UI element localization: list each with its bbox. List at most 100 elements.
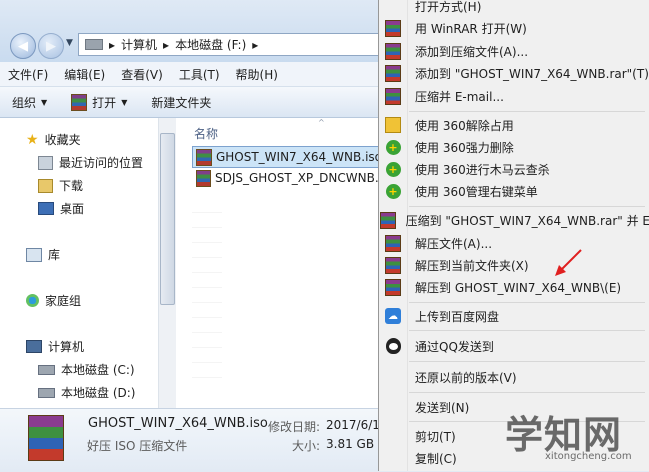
menu-item-label: 打开方式(H) [415,0,482,14]
menu-tools[interactable]: 工具(T) [171,66,228,83]
recent-places-icon [38,155,53,170]
new-folder-button[interactable]: 新建文件夹 [139,94,223,111]
address-bar[interactable]: ▸ 计算机 ▸ 本地磁盘 (F:) ▸ [78,33,416,56]
menu-item-label: 使用 360进行木马云查杀 [415,162,550,177]
nav-drive-c[interactable]: 本地磁盘 (C:) [38,361,135,378]
open-label: 打开 [92,95,117,110]
watermark-url: xitongcheng.com [545,451,632,462]
star-icon: ★ [26,131,39,148]
menu-item-qq-send[interactable]: 通过QQ发送到 [379,335,649,357]
winrar-icon [196,148,212,166]
menu-item-360-unlock[interactable]: 使用 360解除占用 [379,114,649,136]
breadcrumb-separator-icon: ▸ [252,37,259,52]
unlock-icon [385,117,401,133]
chevron-down-icon: ▼ [121,97,128,107]
annotation-arrow-icon [555,249,582,276]
menu-separator [409,111,645,112]
menu-item-360-manage[interactable]: + 使用 360管理右键菜单 [379,180,649,202]
file-row[interactable]: SDJS_GHOST_XP_DNCWNB.i [192,168,382,188]
menu-separator [409,392,645,393]
menu-item-label: 剪切(T) [415,429,456,444]
back-button[interactable]: ◀ [10,33,36,59]
menu-item-360-delete[interactable]: + 使用 360强力删除 [379,136,649,158]
nav-homegroup-label: 家庭组 [45,294,82,308]
menu-item-label: 解压文件(A)... [415,236,493,251]
menu-item-label: 添加到压缩文件(A)... [415,44,529,59]
menu-item-add-to-rar[interactable]: 添加到 "GHOST_WIN7_X64_WNB.rar"(T) [379,62,649,84]
nav-favorites[interactable]: ★ 收藏夹 [26,131,81,148]
sort-indicator-icon: ^ [318,118,325,127]
nav-libraries[interactable]: 库 [26,246,60,263]
menu-file[interactable]: 文件(F) [0,66,56,83]
qq-icon [385,338,401,354]
file-row-selected[interactable]: GHOST_WIN7_X64_WNB.iso [192,146,383,168]
menu-item-extract-files[interactable]: 解压文件(A)... [379,232,649,254]
breadcrumb-separator-icon: ▸ [109,37,116,52]
menu-item-compress-rar-email[interactable]: 压缩到 "GHOST_WIN7_X64_WNB.rar" 并 E [379,209,649,231]
nav-desktop[interactable]: 桌面 [38,200,84,217]
360-delete-icon: + [385,139,401,155]
menu-item-open-with[interactable]: 打开方式(H) [379,0,649,17]
winrar-icon [385,87,401,105]
nav-recent-places[interactable]: 最近访问的位置 [38,154,143,171]
breadcrumb-computer[interactable]: 计算机 [121,36,157,53]
menu-item-label: 解压到当前文件夹(X) [415,258,529,273]
nav-libraries-label: 库 [48,248,61,262]
nav-computer[interactable]: 计算机 [26,338,84,355]
menu-separator [409,361,645,362]
menu-item-label: 通过QQ发送到 [415,339,494,354]
menu-item-360-scan[interactable]: + 使用 360进行木马云查杀 [379,158,649,180]
menu-item-label: 复制(C) [415,451,457,466]
menu-item-label: 使用 360强力删除 [415,140,514,155]
menu-item-restore-versions[interactable]: 还原以前的版本(V) [379,366,649,388]
file-list-background [192,198,222,378]
navigation-pane: ★ 收藏夹 最近访问的位置 下载 桌面 库 家庭组 计算机 本地磁盘 (C:) … [0,118,158,408]
computer-icon [26,340,42,353]
winrar-icon [385,278,401,296]
menu-item-label: 使用 360解除占用 [415,118,514,133]
menu-edit[interactable]: 编辑(E) [56,66,113,83]
drive-icon [38,364,55,375]
context-menu: 打开方式(H) 用 WinRAR 打开(W) 添加到压缩文件(A)... 添加到… [378,0,649,471]
chevron-down-icon: ▼ [41,97,48,107]
nav-computer-label: 计算机 [48,340,85,354]
column-header-name[interactable]: 名称 [194,125,218,142]
detail-size-value: 3.81 GB [326,437,375,451]
nav-homegroup[interactable]: 家庭组 [26,292,81,309]
scrollbar-thumb[interactable] [160,133,175,305]
winrar-icon [385,19,401,37]
nav-drive-d[interactable]: 本地磁盘 (D:) [38,384,135,401]
360-scan-icon: + [385,161,401,177]
menu-item-label: 压缩并 E-mail... [415,89,504,104]
breadcrumb-drive[interactable]: 本地磁盘 (F:) [175,36,246,53]
new-folder-label: 新建文件夹 [151,95,212,110]
library-icon [26,247,42,262]
detail-modified-value: 2017/6/1 [326,418,380,432]
menu-item-label: 用 WinRAR 打开(W) [415,21,527,36]
menu-item-baidu-upload[interactable]: ☁ 上传到百度网盘 [379,305,649,327]
menu-view[interactable]: 查看(V) [113,66,171,83]
open-button[interactable]: 打开 ▼ [59,93,139,111]
nav-recent-label: 最近访问的位置 [59,156,144,170]
menu-item-add-archive[interactable]: 添加到压缩文件(A)... [379,40,649,62]
winrar-icon [71,93,88,111]
menu-item-label: 发送到(N) [415,400,470,415]
menu-item-label: 还原以前的版本(V) [415,370,517,385]
menu-help[interactable]: 帮助(H) [228,66,286,83]
menu-item-extract-here[interactable]: 解压到当前文件夹(X) [379,254,649,276]
drive-icon [38,387,55,398]
detail-size-label: 大小: [292,439,321,453]
desktop-icon [38,202,54,215]
recent-pages-dropdown-icon[interactable]: ▼ [66,38,73,48]
downloads-folder-icon [38,178,53,193]
menu-item-extract-to-folder[interactable]: 解压到 GHOST_WIN7_X64_WNB\(E) [379,276,649,298]
forward-button[interactable]: ▶ [38,33,64,59]
nav-downloads-label: 下载 [59,179,84,193]
detail-filename: GHOST_WIN7_X64_WNB.iso [88,416,268,431]
menu-item-label: 解压到 GHOST_WIN7_X64_WNB\(E) [415,280,622,295]
winrar-icon [385,42,401,60]
menu-item-open-winrar[interactable]: 用 WinRAR 打开(W) [379,17,649,39]
menu-item-compress-email[interactable]: 压缩并 E-mail... [379,85,649,107]
nav-downloads[interactable]: 下载 [38,177,83,194]
organize-button[interactable]: 组织 ▼ [0,94,59,111]
